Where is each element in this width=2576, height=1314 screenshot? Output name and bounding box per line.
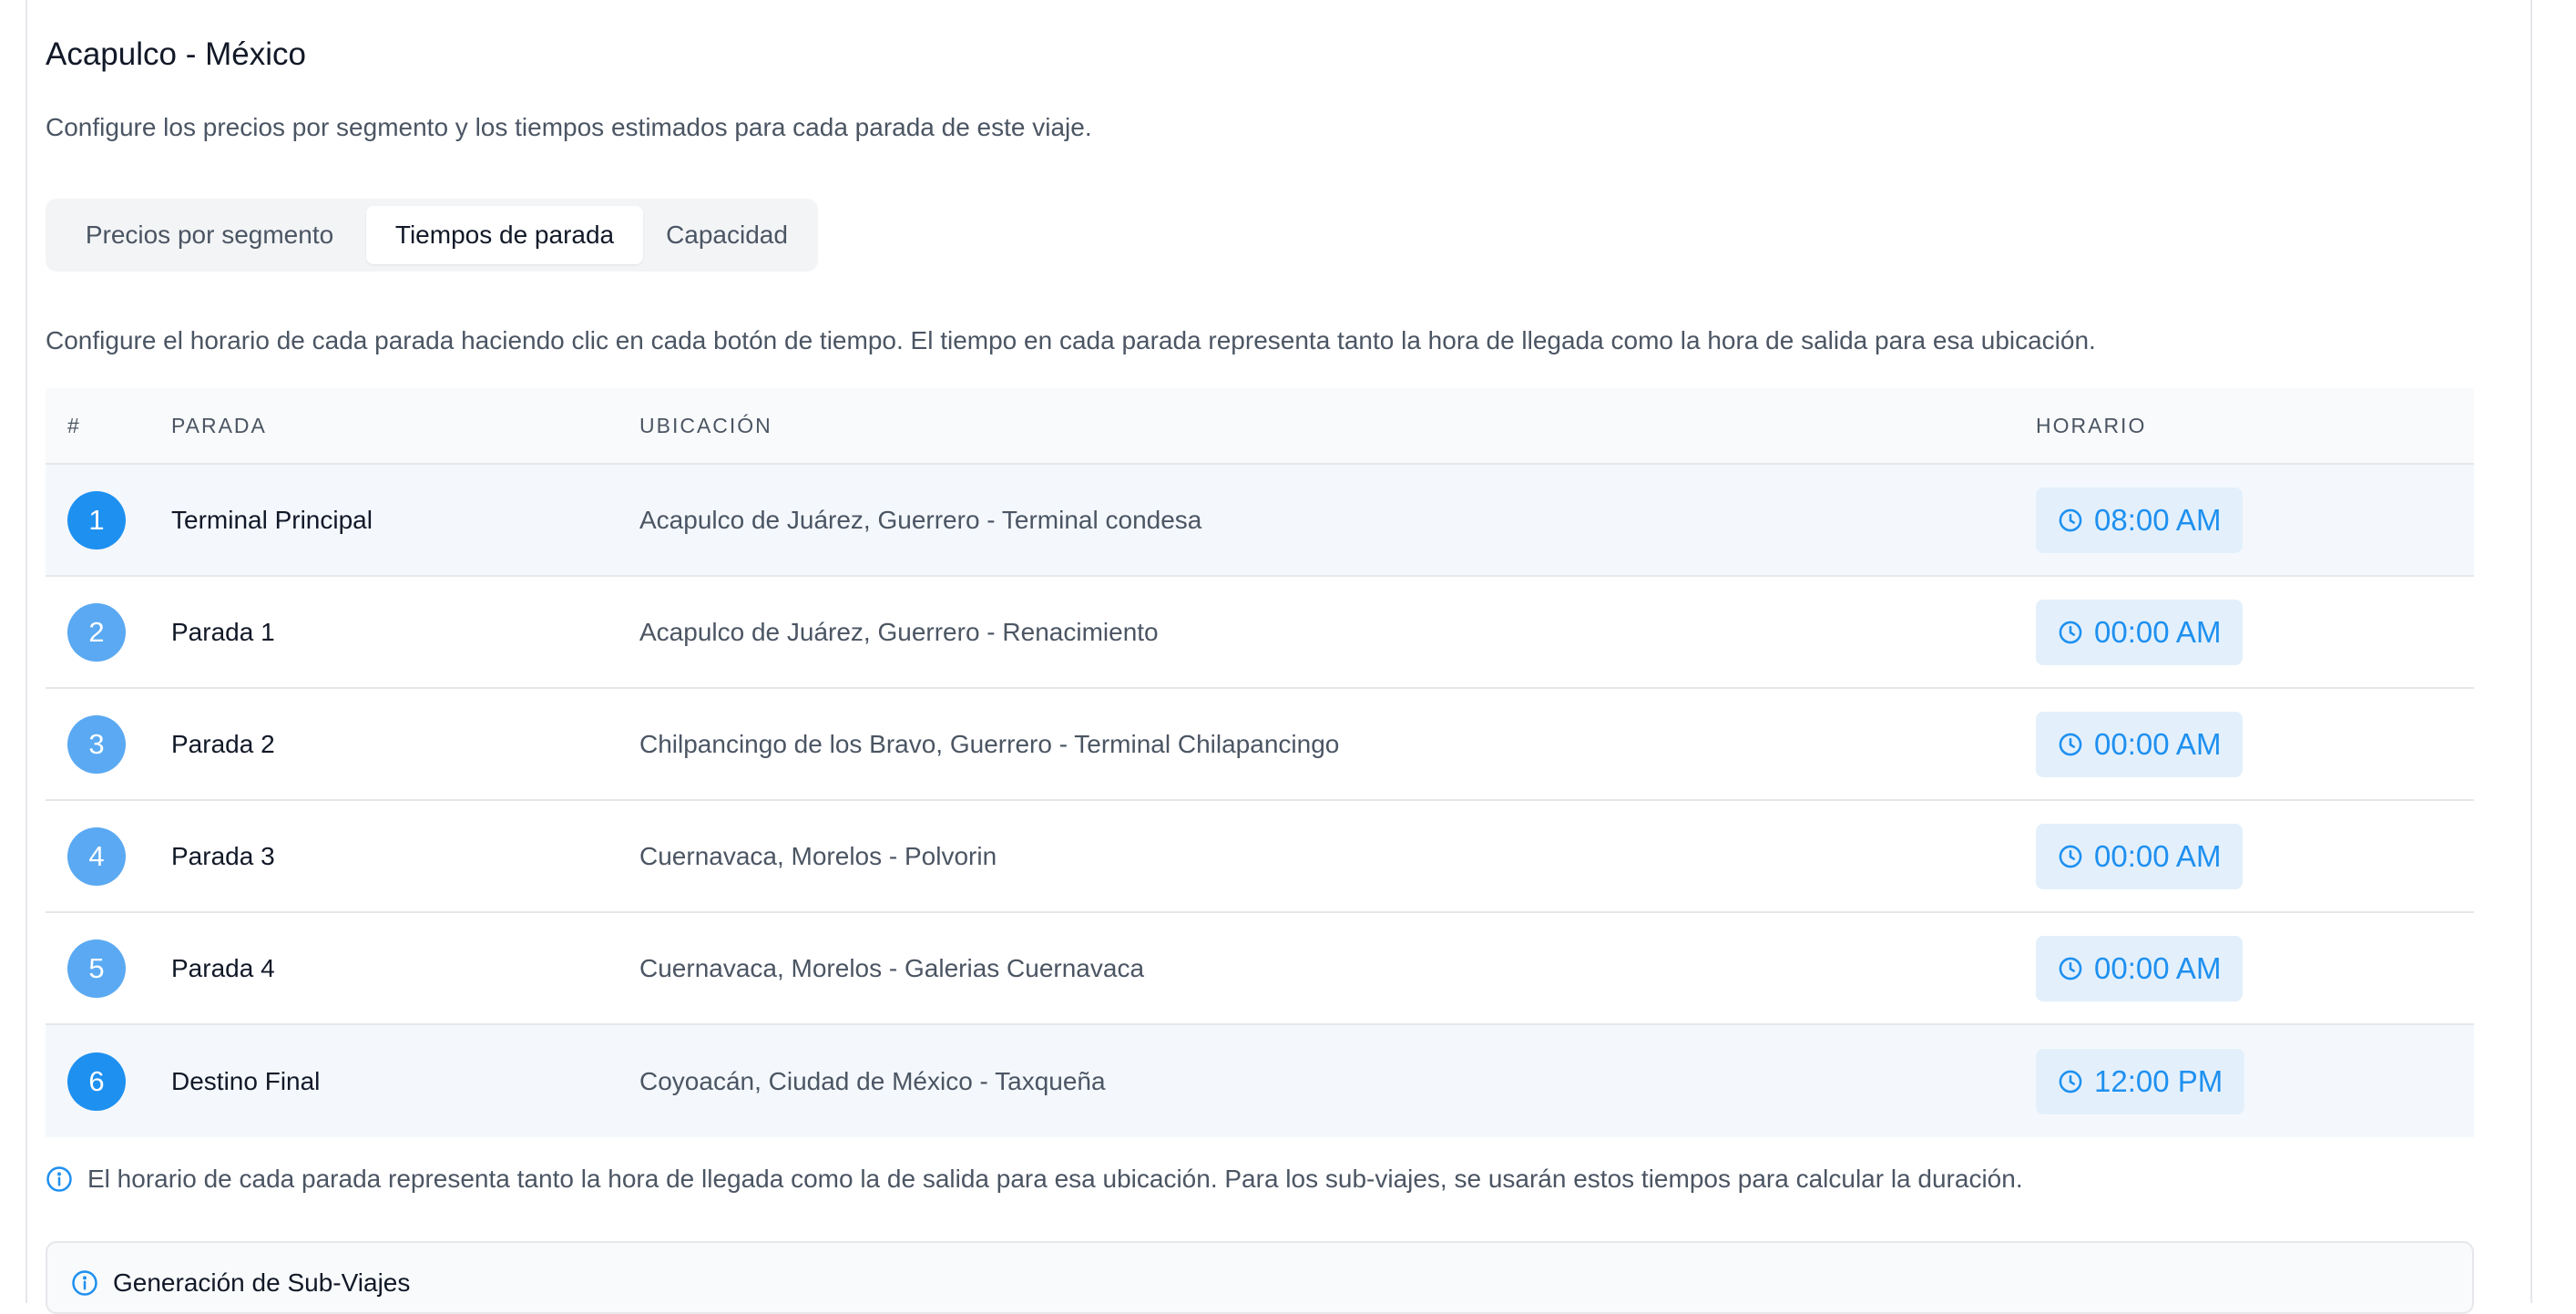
time-value: 00:00 AM bbox=[2094, 950, 2222, 985]
header-num: # bbox=[67, 413, 81, 437]
stop-name: Parada 3 bbox=[171, 841, 275, 870]
table-header: # PARADA UBICACIÓN HORARIO bbox=[46, 388, 2474, 465]
stop-location: Acapulco de Juárez, Guerrero - Terminal … bbox=[639, 505, 1202, 534]
stop-number-badge: 4 bbox=[67, 826, 126, 886]
time-button[interactable]: 00:00 AM bbox=[2036, 711, 2244, 777]
stop-name: Parada 4 bbox=[171, 953, 275, 982]
stop-number-badge: 2 bbox=[67, 602, 126, 662]
table-row: 5 Parada 4 Cuernavaca, Morelos - Galeria… bbox=[46, 913, 2474, 1025]
stop-name: Destino Final bbox=[171, 1066, 321, 1095]
stop-location: Coyoacán, Ciudad de México - Taxqueña bbox=[639, 1066, 1106, 1095]
clock-icon bbox=[2058, 732, 2083, 757]
clock-icon bbox=[2058, 1069, 2083, 1094]
stop-number-badge: 6 bbox=[67, 1052, 126, 1111]
clock-icon bbox=[2058, 956, 2083, 981]
stops-table: # PARADA UBICACIÓN HORARIO 1 Terminal Pr… bbox=[46, 388, 2474, 1137]
table-row: 1 Terminal Principal Acapulco de Juárez,… bbox=[46, 465, 2474, 577]
tab-capacidad[interactable]: Capacidad bbox=[643, 206, 811, 264]
page: Acapulco - México Configure los precios … bbox=[0, 0, 2576, 1314]
info-note: El horario de cada parada representa tan… bbox=[46, 1165, 2023, 1194]
info-icon bbox=[71, 1269, 98, 1297]
header-schedule: HORARIO bbox=[2036, 413, 2147, 437]
time-value: 12:00 PM bbox=[2094, 1063, 2223, 1098]
page-subtitle: Configure los precios por segmento y los… bbox=[46, 113, 1092, 141]
time-button[interactable]: 00:00 AM bbox=[2036, 599, 2244, 665]
page-title: Acapulco - México bbox=[46, 36, 306, 72]
tab-precios-por-segmento[interactable]: Precios por segmento bbox=[53, 206, 366, 264]
stop-number-badge: 5 bbox=[67, 939, 126, 998]
help-text: Configure el horario de cada parada haci… bbox=[46, 326, 2096, 354]
time-value: 00:00 AM bbox=[2094, 726, 2222, 761]
tab-bar: Precios por segmento Tiempos de parada C… bbox=[46, 199, 818, 272]
sub-trips-title: Generación de Sub-Viajes bbox=[113, 1268, 411, 1297]
clock-icon bbox=[2058, 844, 2083, 869]
info-icon bbox=[46, 1165, 73, 1193]
info-note-text: El horario de cada parada representa tan… bbox=[87, 1165, 2023, 1193]
header-stop: PARADA bbox=[171, 413, 267, 437]
table-row: 2 Parada 1 Acapulco de Juárez, Guerrero … bbox=[46, 577, 2474, 689]
time-value: 00:00 AM bbox=[2094, 838, 2222, 873]
stop-location: Chilpancingo de los Bravo, Guerrero - Te… bbox=[639, 729, 1340, 758]
stop-number-badge: 3 bbox=[67, 714, 126, 774]
stop-name: Parada 2 bbox=[171, 729, 275, 758]
stop-location: Cuernavaca, Morelos - Galerias Cuernavac… bbox=[639, 953, 1145, 982]
header-location: UBICACIÓN bbox=[639, 413, 772, 437]
time-value: 00:00 AM bbox=[2094, 614, 2222, 649]
stop-number-badge: 1 bbox=[67, 490, 126, 549]
stop-name: Terminal Principal bbox=[171, 505, 373, 534]
clock-icon bbox=[2058, 508, 2083, 533]
stop-location: Cuernavaca, Morelos - Polvorin bbox=[639, 841, 997, 870]
time-button[interactable]: 12:00 PM bbox=[2036, 1048, 2245, 1114]
clock-icon bbox=[2058, 620, 2083, 645]
time-button[interactable]: 00:00 AM bbox=[2036, 935, 2244, 1001]
table-row: 4 Parada 3 Cuernavaca, Morelos - Polvori… bbox=[46, 801, 2474, 913]
stop-name: Parada 1 bbox=[171, 617, 275, 646]
time-button[interactable]: 00:00 AM bbox=[2036, 823, 2244, 889]
stop-location: Acapulco de Juárez, Guerrero - Renacimie… bbox=[639, 617, 1159, 646]
time-value: 08:00 AM bbox=[2094, 502, 2222, 537]
time-button[interactable]: 08:00 AM bbox=[2036, 487, 2244, 553]
table-row: 3 Parada 2 Chilpancingo de los Bravo, Gu… bbox=[46, 689, 2474, 801]
sub-trips-panel: Generación de Sub-Viajes bbox=[46, 1241, 2474, 1314]
tab-tiempos-de-parada[interactable]: Tiempos de parada bbox=[366, 206, 643, 264]
table-row: 6 Destino Final Coyoacán, Ciudad de Méxi… bbox=[46, 1025, 2474, 1137]
